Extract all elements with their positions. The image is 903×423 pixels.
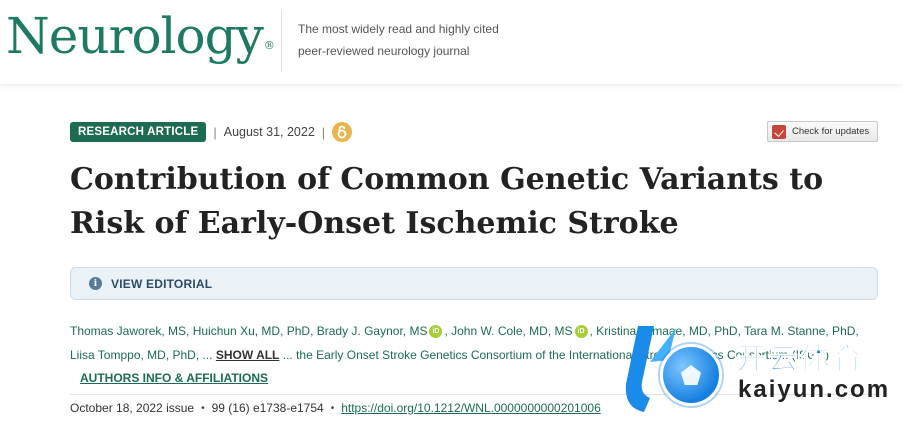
- info-icon: i: [89, 277, 102, 290]
- orcid-icon[interactable]: iD: [429, 325, 443, 338]
- view-editorial-button[interactable]: i VIEW EDITORIAL: [70, 267, 878, 300]
- check-for-updates-button[interactable]: Check for updates: [767, 121, 878, 142]
- view-editorial-label: VIEW EDITORIAL: [111, 276, 213, 291]
- volume-pages: 99 (16) e1738-e1754: [211, 401, 324, 415]
- watermark-overlay: 开云体育 kaiyun.com: [620, 318, 900, 418]
- journal-logo[interactable]: Neurology®: [6, 6, 275, 66]
- meta-separator: |: [321, 124, 326, 140]
- open-access-icon[interactable]: [332, 122, 353, 142]
- watermark-ball-icon: [660, 344, 722, 406]
- publication-date: August 31, 2022: [223, 125, 315, 139]
- watermark-chinese-text: 开云体育: [736, 343, 864, 377]
- article-meta-row: RESEARCH ARTICLE | August 31, 2022 |: [70, 121, 353, 143]
- tagline-line-2: peer-reviewed neurology journal: [298, 44, 470, 58]
- orcid-icon[interactable]: iD: [574, 325, 588, 338]
- citation-line: October 18, 2022 issue • 99 (16) e1738-e…: [70, 401, 601, 415]
- site-header: Neurology® The most widely read and high…: [0, 0, 903, 84]
- author-names-2[interactable]: , John W. Cole, MD, MS: [444, 324, 572, 338]
- meta-separator: |: [213, 124, 217, 140]
- bullet-separator: •: [330, 402, 335, 414]
- tagline-line-1: The most widely read and highly cited: [298, 22, 499, 36]
- show-all-authors-link[interactable]: SHOW ALL: [216, 348, 280, 362]
- watermark-latin-text: kaiyun.com: [738, 376, 891, 403]
- check-updates-label: Check for updates: [792, 126, 870, 137]
- article-type-badge: RESEARCH ARTICLE: [70, 122, 207, 142]
- crossmark-icon: [772, 124, 786, 139]
- registered-mark: ®: [263, 39, 275, 52]
- doi-link[interactable]: https://doi.org/10.1212/WNL.000000000020…: [341, 401, 601, 415]
- issue-date[interactable]: October 18, 2022 issue: [70, 401, 194, 415]
- bullet-separator: •: [201, 402, 205, 414]
- article-title: Contribution of Common Genetic Variants …: [70, 162, 824, 241]
- header-divider: [281, 10, 282, 72]
- journal-tagline: The most widely read and highly cited pe…: [298, 18, 538, 62]
- open-lock-icon: [337, 125, 347, 139]
- author-names-1[interactable]: Thomas Jaworek, MS, Huichun Xu, MD, PhD,…: [70, 324, 427, 338]
- authors-info-affiliations-link[interactable]: AUTHORS INFO & AFFILIATIONS: [80, 371, 268, 385]
